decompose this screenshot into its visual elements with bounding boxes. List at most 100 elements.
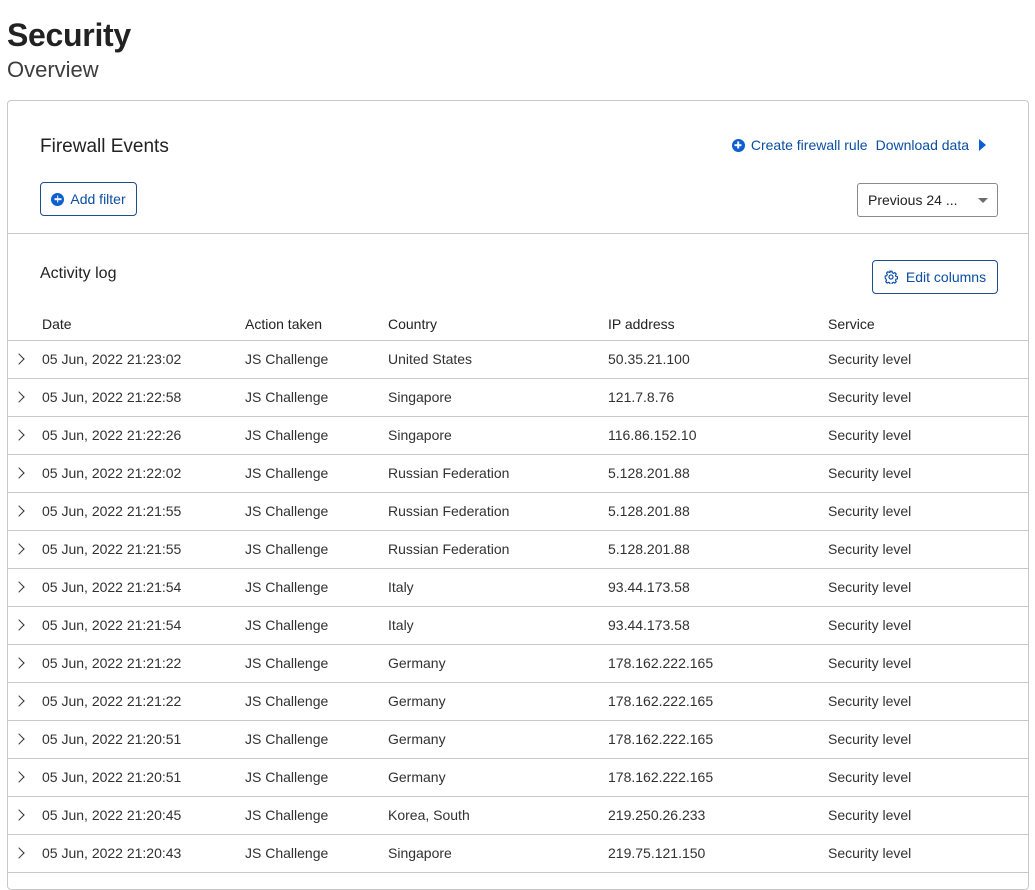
row-ip: 50.35.21.100	[608, 351, 690, 367]
row-date: 05 Jun, 2022 21:21:22	[42, 655, 182, 671]
row-ip: 5.128.201.88	[608, 465, 690, 481]
row-country: Russian Federation	[388, 541, 510, 557]
row-action: JS Challenge	[245, 845, 329, 861]
table-row[interactable]: 05 Jun, 2022 21:21:54 JS Challenge Italy…	[8, 607, 1028, 645]
edit-columns-button[interactable]: Edit columns	[872, 260, 998, 294]
row-ip: 93.44.173.58	[608, 579, 690, 595]
table-row[interactable]: 05 Jun, 2022 21:21:22 JS Challenge Germa…	[8, 645, 1028, 683]
row-ip: 178.162.222.165	[608, 693, 714, 709]
column-header-service[interactable]: Service	[828, 309, 875, 340]
row-action: JS Challenge	[245, 617, 329, 633]
row-ip: 5.128.201.88	[608, 503, 690, 519]
download-data-link[interactable]: Download data	[876, 136, 986, 154]
row-date: 05 Jun, 2022 21:22:26	[42, 427, 182, 443]
row-date: 05 Jun, 2022 21:20:51	[42, 731, 182, 747]
row-country: Germany	[388, 655, 446, 671]
chevron-right-icon[interactable]	[13, 353, 25, 365]
row-country: Russian Federation	[388, 503, 510, 519]
row-date: 05 Jun, 2022 21:21:22	[42, 693, 182, 709]
chevron-right-icon[interactable]	[13, 733, 25, 745]
edit-columns-label: Edit columns	[905, 269, 987, 285]
column-header-date[interactable]: Date	[42, 309, 72, 340]
row-action: JS Challenge	[245, 503, 329, 519]
row-country: Germany	[388, 731, 446, 747]
table-row[interactable]: 05 Jun, 2022 21:20:51 JS Challenge Germa…	[8, 759, 1028, 797]
row-service: Security level	[828, 731, 912, 747]
row-date: 05 Jun, 2022 21:23:02	[42, 351, 182, 367]
row-country: Korea, South	[388, 807, 470, 823]
table-row[interactable]: 05 Jun, 2022 21:21:22 JS Challenge Germa…	[8, 683, 1028, 721]
column-header-country[interactable]: Country	[388, 309, 437, 340]
time-range-value: Previous 24 ...	[868, 192, 958, 208]
row-ip: 121.7.8.76	[608, 389, 675, 405]
row-service: Security level	[828, 351, 912, 367]
chevron-right-icon[interactable]	[13, 771, 25, 783]
table-row[interactable]: 05 Jun, 2022 21:20:51 JS Challenge Germa…	[8, 721, 1028, 759]
chevron-right-icon[interactable]	[13, 809, 25, 821]
table-row[interactable]: 05 Jun, 2022 21:20:43 JS Challenge Singa…	[8, 835, 1028, 873]
chevron-right-icon[interactable]	[13, 543, 25, 555]
plus-circle-icon	[51, 192, 65, 206]
row-country: Italy	[388, 617, 414, 633]
table-header-row: Date Action taken Country IP address Ser…	[8, 309, 1028, 341]
chevron-right-icon[interactable]	[13, 429, 25, 441]
row-action: JS Challenge	[245, 351, 329, 367]
create-firewall-rule-link[interactable]: Create firewall rule	[731, 136, 868, 154]
row-action: JS Challenge	[245, 693, 329, 709]
activity-log-table: Date Action taken Country IP address Ser…	[8, 309, 1028, 873]
row-date: 05 Jun, 2022 21:21:55	[42, 503, 182, 519]
row-date: 05 Jun, 2022 21:20:45	[42, 807, 182, 823]
row-ip: 219.250.26.233	[608, 807, 706, 823]
row-date: 05 Jun, 2022 21:21:54	[42, 617, 182, 633]
row-service: Security level	[828, 655, 912, 671]
row-action: JS Challenge	[245, 389, 329, 405]
row-ip: 219.75.121.150	[608, 845, 706, 861]
table-row[interactable]: 05 Jun, 2022 21:23:02 JS Challenge Unite…	[8, 341, 1028, 379]
row-service: Security level	[828, 579, 912, 595]
row-service: Security level	[828, 465, 912, 481]
row-date: 05 Jun, 2022 21:22:02	[42, 465, 182, 481]
row-ip: 93.44.173.58	[608, 617, 690, 633]
column-header-action[interactable]: Action taken	[245, 309, 322, 340]
table-row[interactable]: 05 Jun, 2022 21:22:02 JS Challenge Russi…	[8, 455, 1028, 493]
row-country: Germany	[388, 693, 446, 709]
row-service: Security level	[828, 693, 912, 709]
row-country: United States	[388, 351, 473, 367]
chevron-right-icon[interactable]	[13, 657, 25, 669]
row-service: Security level	[828, 769, 912, 785]
page-subtitle: Overview	[7, 57, 99, 82]
table-row[interactable]: 05 Jun, 2022 21:21:55 JS Challenge Russi…	[8, 531, 1028, 569]
add-filter-button[interactable]: Add filter	[40, 182, 137, 216]
chevron-right-icon[interactable]	[13, 847, 25, 859]
row-service: Security level	[828, 807, 912, 823]
row-action: JS Challenge	[245, 579, 329, 595]
row-ip: 178.162.222.165	[608, 655, 714, 671]
chevron-right-icon[interactable]	[13, 619, 25, 631]
chevron-right-icon[interactable]	[13, 581, 25, 593]
firewall-actions: Create firewall rule Download data	[731, 136, 986, 154]
create-firewall-rule-label: Create firewall rule	[750, 137, 868, 153]
table-row[interactable]: 05 Jun, 2022 21:21:54 JS Challenge Italy…	[8, 569, 1028, 607]
chevron-right-icon[interactable]	[13, 467, 25, 479]
row-action: JS Challenge	[245, 465, 329, 481]
row-action: JS Challenge	[245, 807, 329, 823]
table-row[interactable]: 05 Jun, 2022 21:22:26 JS Challenge Singa…	[8, 417, 1028, 455]
time-range-select[interactable]: Previous 24 ...	[857, 183, 998, 217]
table-row[interactable]: 05 Jun, 2022 21:22:58 JS Challenge Singa…	[8, 379, 1028, 417]
add-filter-label: Add filter	[70, 191, 126, 207]
chevron-right-icon[interactable]	[13, 505, 25, 517]
row-service: Security level	[828, 427, 912, 443]
chevron-right-icon[interactable]	[13, 695, 25, 707]
table-row[interactable]: 05 Jun, 2022 21:20:45 JS Challenge Korea…	[8, 797, 1028, 835]
row-action: JS Challenge	[245, 655, 329, 671]
column-header-ip[interactable]: IP address	[608, 309, 675, 340]
row-service: Security level	[828, 389, 912, 405]
row-ip: 5.128.201.88	[608, 541, 690, 557]
download-data-label: Download data	[875, 137, 969, 153]
activity-log-title: Activity log	[40, 265, 117, 282]
row-service: Security level	[828, 845, 912, 861]
chevron-right-icon[interactable]	[13, 391, 25, 403]
table-row[interactable]: 05 Jun, 2022 21:21:55 JS Challenge Russi…	[8, 493, 1028, 531]
row-service: Security level	[828, 541, 912, 557]
row-date: 05 Jun, 2022 21:21:54	[42, 579, 182, 595]
